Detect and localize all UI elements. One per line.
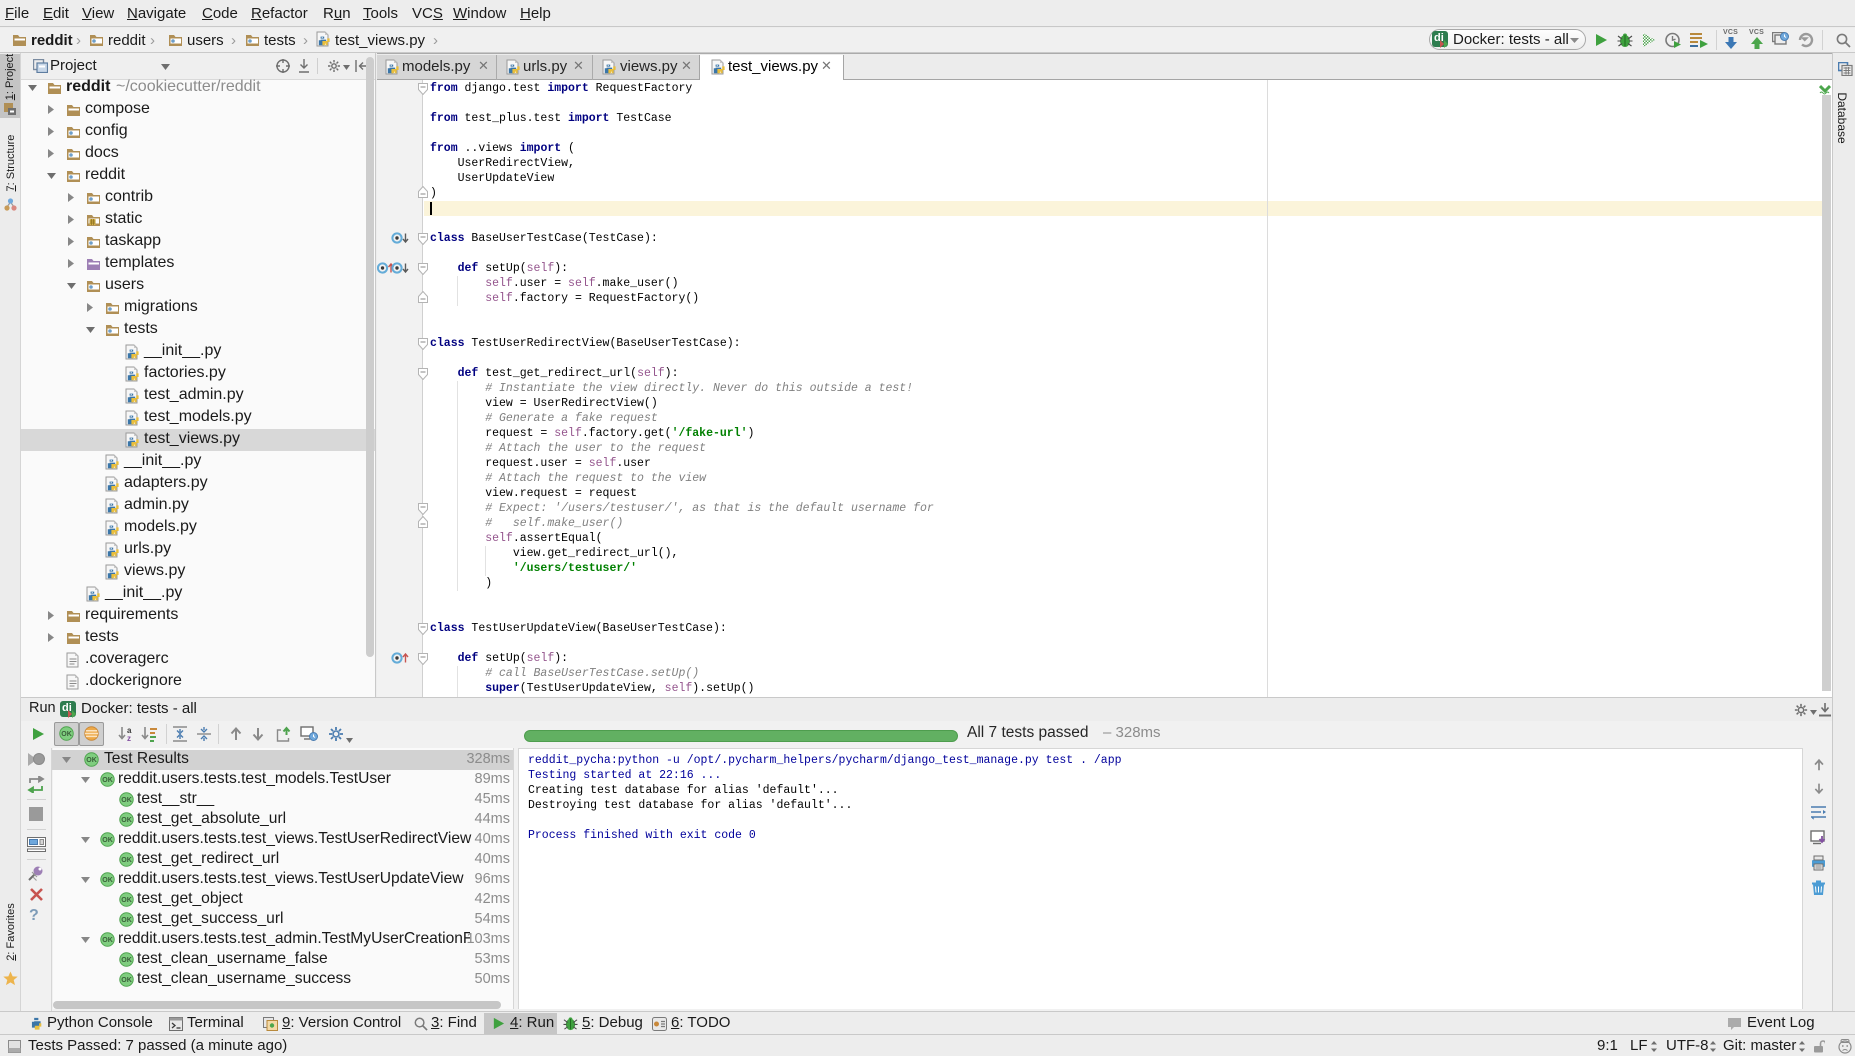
svg-text:OK: OK: [86, 757, 97, 764]
svg-text:OK: OK: [121, 817, 132, 824]
svg-text:OK: OK: [61, 731, 72, 738]
svg-text:OK: OK: [121, 897, 132, 904]
svg-text:OK: OK: [121, 957, 132, 964]
svg-text:OK: OK: [102, 777, 113, 784]
svg-text:OK: OK: [121, 797, 132, 804]
svg-text:OK: OK: [102, 837, 113, 844]
svg-text:OK: OK: [102, 877, 113, 884]
svg-text:z: z: [127, 734, 131, 742]
svg-text:OK: OK: [121, 857, 132, 864]
svg-text:OK: OK: [121, 977, 132, 984]
svg-text:OK: OK: [102, 937, 113, 944]
svg-text:OK: OK: [121, 917, 132, 924]
